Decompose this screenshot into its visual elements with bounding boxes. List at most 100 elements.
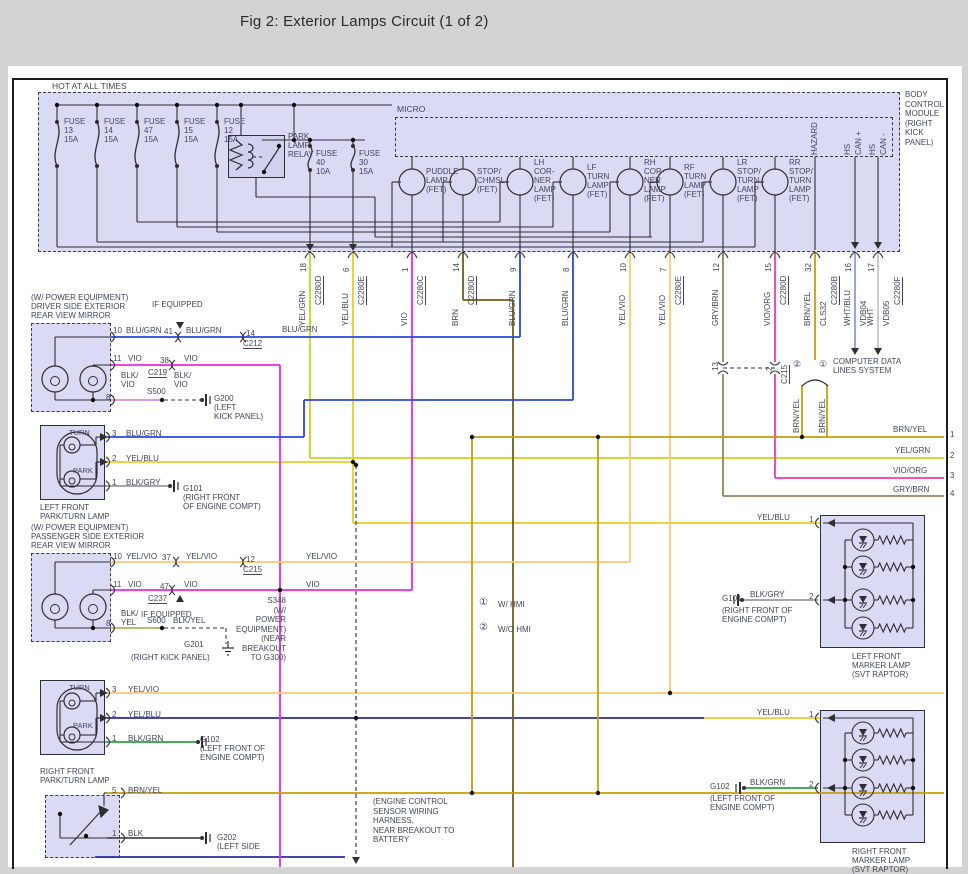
ground-symbol [200, 832, 210, 844]
led-symbol [852, 777, 874, 799]
text-label: BLK/ YEL [121, 609, 138, 627]
text-label: 2 [950, 451, 954, 460]
text-label: VIO [128, 354, 142, 363]
junction-dot [470, 435, 474, 439]
symbol-path [230, 140, 242, 170]
fuse-symbol [135, 120, 139, 168]
text-label: BLK/GRY [126, 478, 161, 487]
rotated-label: CAN - [879, 133, 888, 155]
junction-dot [135, 103, 139, 107]
wire-color-label: BLU/GRN [561, 290, 570, 326]
text-label: MICRO [397, 105, 425, 114]
pin-number: 9 [509, 268, 518, 272]
fet-label: RF TURN LAMP (FET) [684, 163, 706, 199]
text-label: C215 [243, 565, 262, 575]
arrow-icon [352, 857, 360, 864]
text-label: ① [819, 360, 827, 369]
arrow-icon [827, 714, 835, 722]
connector-label: C2280B [830, 276, 840, 305]
fet-driver-symbol [703, 157, 736, 252]
junction-dot [55, 103, 59, 107]
pin-number: 7 [659, 268, 668, 272]
text-label: BLK/ VIO [174, 371, 191, 389]
text-label: RIGHT FRONT PARK/TURN LAMP [40, 767, 110, 785]
text-label: 10 [113, 326, 122, 335]
fet-driver-symbol [392, 157, 425, 252]
wire-color-label: YEL/VIO [618, 295, 627, 326]
bulb-symbol [64, 693, 80, 709]
arrow-icon [827, 596, 835, 604]
text-label: (W/ POWER EQUIPMENT) PASSENGER SIDE EXTE… [31, 523, 144, 550]
text-label: G202 (LEFT SIDE [217, 833, 260, 851]
led-symbol [852, 749, 874, 771]
rotated-label: HS [843, 144, 852, 155]
pin-number: 8 [562, 268, 571, 272]
text-label: 4 [950, 489, 954, 498]
text-label: G102 [710, 782, 730, 791]
symbol-path [264, 148, 279, 171]
text-label: BLK/GRN [750, 778, 785, 787]
text-label: PARK [73, 466, 93, 475]
arrow-icon [100, 689, 108, 697]
text-label: G201 [184, 640, 204, 649]
text-label: 12 [246, 555, 255, 564]
text-label: 1 [112, 478, 116, 487]
text-label: BLU/GRN [126, 326, 162, 335]
text-label: C219 [148, 368, 167, 378]
connector-label: C2280D [314, 276, 324, 305]
junction-dot [596, 435, 600, 439]
rotated-label: C215 [780, 365, 790, 384]
text-label: VIO [184, 354, 198, 363]
fuse-label: FUSE 30 15A [359, 149, 380, 176]
junction-dot [351, 138, 355, 142]
text-label: TURN [69, 683, 90, 692]
connector-label: C2280E [357, 276, 367, 305]
text-label: BRN/YEL [893, 425, 927, 434]
arrow-icon [176, 595, 184, 602]
arrow-icon [874, 242, 882, 249]
junction-dot [91, 626, 95, 630]
text-label: 2 [112, 454, 116, 463]
wire-color-label: VIO/ORG [763, 292, 772, 326]
bulb-symbol [80, 366, 106, 392]
ground-symbol [168, 480, 178, 492]
junction-dot [278, 588, 282, 592]
fuse-symbol [175, 120, 179, 168]
text-label: TURN [69, 428, 90, 437]
junction-dot [911, 758, 915, 762]
fuse-symbol [351, 144, 355, 172]
text-label: YEL/VIO [306, 552, 337, 561]
wire-color-label: BRN/YEL [803, 292, 812, 326]
text-label: COMPUTER DATA LINES SYSTEM [833, 357, 901, 375]
arrow-icon [100, 433, 108, 441]
text-label: 41 [164, 327, 173, 336]
junction-dot [277, 144, 281, 148]
text-label: ① [479, 598, 488, 607]
wire-color-label: BRN [451, 309, 460, 326]
text-label: (W/ POWER EQUIPMENT) DRIVER SIDE EXTERIO… [31, 293, 128, 320]
arrow-icon [827, 519, 835, 527]
wire-color-label: BLU/GRN [508, 290, 517, 326]
rotated-label: CAN + [854, 131, 863, 155]
text-label: HOT AT ALL TIMES [52, 82, 127, 91]
rotated-label: 13 [711, 362, 720, 371]
text-label: G101 (RIGHT FRONT OF ENGINE COMPT) [183, 484, 261, 511]
text-label: 11 [113, 580, 121, 589]
text-label: G102 (LEFT FRONT OF ENGINE COMPT) [200, 735, 265, 762]
text-label: YEL/BLU [757, 708, 790, 717]
led-symbol [852, 804, 874, 826]
junction-dot [911, 565, 915, 569]
pin-number: 15 [764, 263, 773, 272]
text-label: 3 [950, 471, 954, 480]
wire-color-label: YEL/BLU [341, 293, 350, 326]
text-label: 14 [246, 329, 255, 338]
led-symbol [852, 556, 874, 578]
resistor-symbol [878, 729, 906, 737]
text-label: YEL/VIO [126, 552, 157, 561]
fet-label: LR STOP/ TURN LAMP (FET) [737, 158, 761, 203]
junction-dot [843, 565, 847, 569]
text-label: 2 [809, 780, 813, 789]
text-label: BODY CONTROL MODULE (RIGHT KICK PANEL) [905, 90, 944, 147]
fuse-label: FUSE 40 10A [316, 149, 337, 176]
junction-dot [262, 170, 266, 174]
